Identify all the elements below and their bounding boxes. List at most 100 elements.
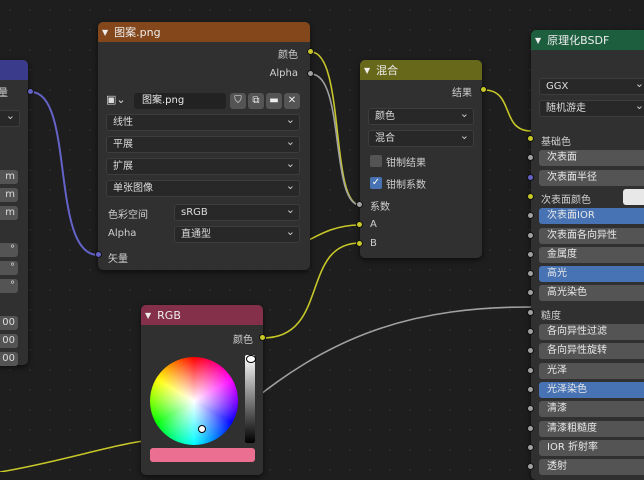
bsdf-node-header[interactable]: ▼ 原理化BSDF: [531, 30, 644, 50]
clamp-result-checkbox[interactable]: [370, 155, 382, 167]
image-node-header[interactable]: ▼ 图案.png: [98, 22, 310, 42]
data-type-dropdown[interactable]: 颜色: [368, 106, 474, 125]
bsdf-row-9: 糙度: [541, 310, 561, 322]
bsdf-row-11[interactable]: 各向异性旋转: [539, 343, 644, 360]
alpha-output-socket[interactable]: [307, 70, 314, 77]
bsdf-row-6[interactable]: 金属度: [539, 246, 644, 263]
a-input-label: A: [370, 219, 377, 230]
vector-input-socket[interactable]: [95, 251, 102, 258]
rgb-node[interactable]: ▼ RGB 颜色: [141, 305, 263, 475]
bsdf-input-socket[interactable]: [527, 424, 534, 432]
bsdf-row-10[interactable]: 各向异性过滤: [539, 324, 644, 340]
rgb-node-title: RGB: [157, 308, 181, 322]
rgb-color-output-label: 颜色: [233, 335, 253, 346]
blend-mode-dropdown[interactable]: 混合: [368, 128, 474, 147]
b-input-socket[interactable]: [356, 240, 363, 247]
rgb-node-header[interactable]: ▼ RGB: [141, 305, 263, 325]
bsdf-row-3[interactable]: 次表面颜色: [541, 191, 591, 206]
vector-output-label: 矢量: [0, 88, 8, 99]
subsurface-color-swatch[interactable]: [623, 188, 644, 205]
subsurface-method-dropdown[interactable]: 随机游走: [539, 98, 644, 117]
bsdf-row-0: 基础色: [541, 137, 571, 148]
factor-input-label: 系数: [370, 202, 390, 213]
link-alpha: [310, 73, 361, 206]
value-slider[interactable]: [245, 355, 255, 443]
close-icon[interactable]: ✕: [284, 93, 300, 109]
principled-bsdf-node[interactable]: ▼ 原理化BSDF GGX 随机游走 基础色次表面次表面半径次表面颜色次表面IO…: [531, 30, 644, 480]
bsdf-row-7[interactable]: 高光: [539, 266, 644, 283]
b-input-label: B: [370, 238, 377, 249]
bsdf-row-2[interactable]: 次表面半径: [539, 169, 644, 186]
mix-node[interactable]: ▼ 混合 结果 颜色 混合 钳制结果 ✓ 钳制系数 系数 A B: [360, 60, 482, 258]
distribution-dropdown[interactable]: GGX: [539, 76, 644, 95]
alpha-mode-label: Alpha: [108, 228, 137, 239]
bsdf-input-socket[interactable]: [527, 308, 534, 316]
scale-y-field[interactable]: 00: [0, 334, 18, 348]
collapse-chevron-icon[interactable]: ▼: [145, 311, 151, 320]
extension-dropdown[interactable]: 扩展: [106, 156, 300, 175]
image-browse-icon[interactable]: ▣⌄: [106, 93, 128, 109]
bsdf-input-socket[interactable]: [527, 366, 534, 374]
alpha-mode-dropdown[interactable]: 直通型: [174, 224, 300, 243]
source-dropdown[interactable]: 单张图像: [106, 178, 300, 197]
value-slider-handle[interactable]: [246, 355, 256, 363]
bsdf-input-socket[interactable]: [527, 173, 534, 181]
bsdf-input-socket[interactable]: [527, 250, 534, 258]
mix-node-header[interactable]: ▼ 混合: [360, 60, 482, 80]
bsdf-input-socket[interactable]: [527, 443, 534, 451]
bsdf-input-socket[interactable]: [527, 385, 534, 393]
collapse-chevron-icon[interactable]: ▼: [364, 66, 370, 75]
color-wheel-cursor[interactable]: [198, 425, 206, 433]
bsdf-row-14[interactable]: 清漆: [539, 401, 644, 418]
result-output-socket[interactable]: [480, 86, 487, 93]
loc-z-field[interactable]: m: [0, 206, 18, 220]
bsdf-row-16[interactable]: IOR 折射率: [539, 439, 644, 456]
bsdf-row-5[interactable]: 次表面各向异性: [539, 227, 644, 244]
colorspace-label: 色彩空间: [108, 210, 148, 221]
bsdf-input-socket[interactable]: [527, 192, 534, 200]
image-name-field[interactable]: 图案.png: [134, 93, 226, 109]
bsdf-row-15[interactable]: 清漆粗糙度: [539, 420, 644, 437]
collapse-chevron-icon[interactable]: ▼: [102, 28, 108, 37]
factor-input-socket[interactable]: [356, 201, 363, 208]
vector-output-socket[interactable]: [27, 88, 34, 95]
bsdf-input-socket[interactable]: [527, 135, 534, 142]
bsdf-row-8[interactable]: 高光染色: [539, 285, 644, 302]
loc-x-field[interactable]: m: [0, 170, 18, 184]
vector-node[interactable]: 矢量 m m m ° ° ° 00 00 00: [0, 60, 28, 366]
loc-y-field[interactable]: m: [0, 188, 18, 202]
copy-icon[interactable]: ⧉: [248, 93, 264, 109]
clamp-factor-checkbox[interactable]: ✓: [370, 177, 382, 189]
shield-icon[interactable]: ⛉: [230, 93, 246, 109]
rot-z-field[interactable]: °: [0, 279, 18, 293]
bsdf-input-socket[interactable]: [527, 328, 534, 335]
bsdf-row-12[interactable]: 光泽: [539, 362, 644, 379]
scale-z-field[interactable]: 00: [0, 352, 18, 366]
rgb-output-socket[interactable]: [259, 334, 266, 341]
clamp-factor-label: 钳制系数: [386, 180, 426, 191]
vector-node-header[interactable]: [0, 60, 28, 80]
bsdf-row-4[interactable]: 次表面IOR: [539, 208, 644, 225]
interpolation-dropdown[interactable]: 线性: [106, 112, 300, 131]
image-texture-node[interactable]: ▼ 图案.png 颜色 Alpha ▣⌄ 图案.png ⛉ ⧉ ▬ ✕ 线性 平…: [98, 22, 310, 270]
bsdf-row-13[interactable]: 光泽染色: [539, 381, 644, 398]
bsdf-input-socket[interactable]: [527, 231, 534, 239]
color-output-socket[interactable]: [307, 48, 314, 55]
vector-type-dropdown[interactable]: [0, 108, 20, 127]
collapse-chevron-icon[interactable]: ▼: [535, 36, 541, 45]
projection-dropdown[interactable]: 平展: [106, 134, 300, 153]
colorspace-dropdown[interactable]: sRGB: [174, 202, 300, 221]
color-wheel[interactable]: [150, 357, 238, 445]
mix-node-title: 混合: [376, 64, 399, 77]
rot-y-field[interactable]: °: [0, 261, 18, 275]
bsdf-row-17[interactable]: 透射: [539, 459, 644, 476]
bsdf-row-1[interactable]: 次表面: [539, 150, 644, 167]
clamp-result-label: 钳制结果: [386, 158, 426, 169]
a-input-socket[interactable]: [356, 221, 363, 228]
image-node-title: 图案.png: [114, 26, 161, 39]
scale-x-field[interactable]: 00: [0, 316, 18, 330]
result-output-label: 结果: [452, 88, 472, 99]
folder-icon[interactable]: ▬: [266, 93, 282, 109]
rot-x-field[interactable]: °: [0, 243, 18, 257]
color-swatch[interactable]: [150, 448, 255, 462]
